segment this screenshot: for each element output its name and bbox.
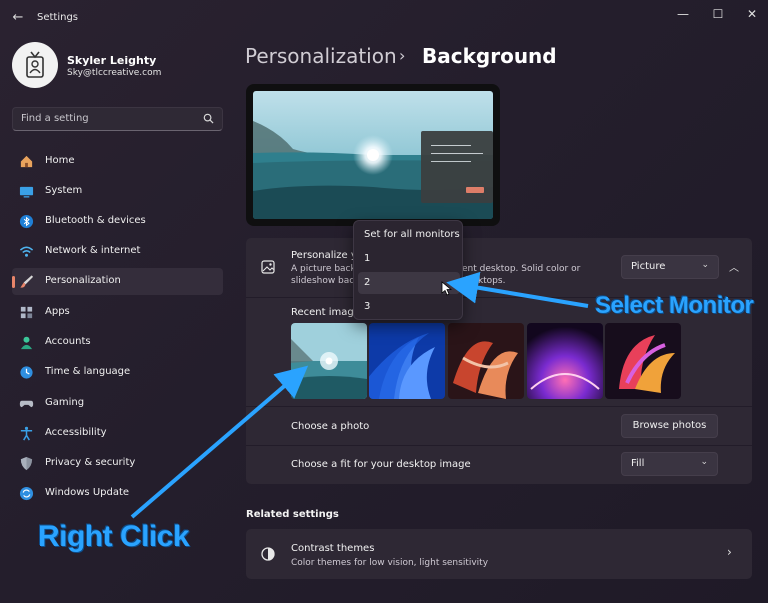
right-click-annotation: Right Click (38, 520, 190, 553)
select-monitor-annotation: Select Monitor (595, 292, 754, 319)
settings-window: ← Settings — ☐ ✕ Skyler Leighty Sky@tlcc… (0, 0, 768, 603)
